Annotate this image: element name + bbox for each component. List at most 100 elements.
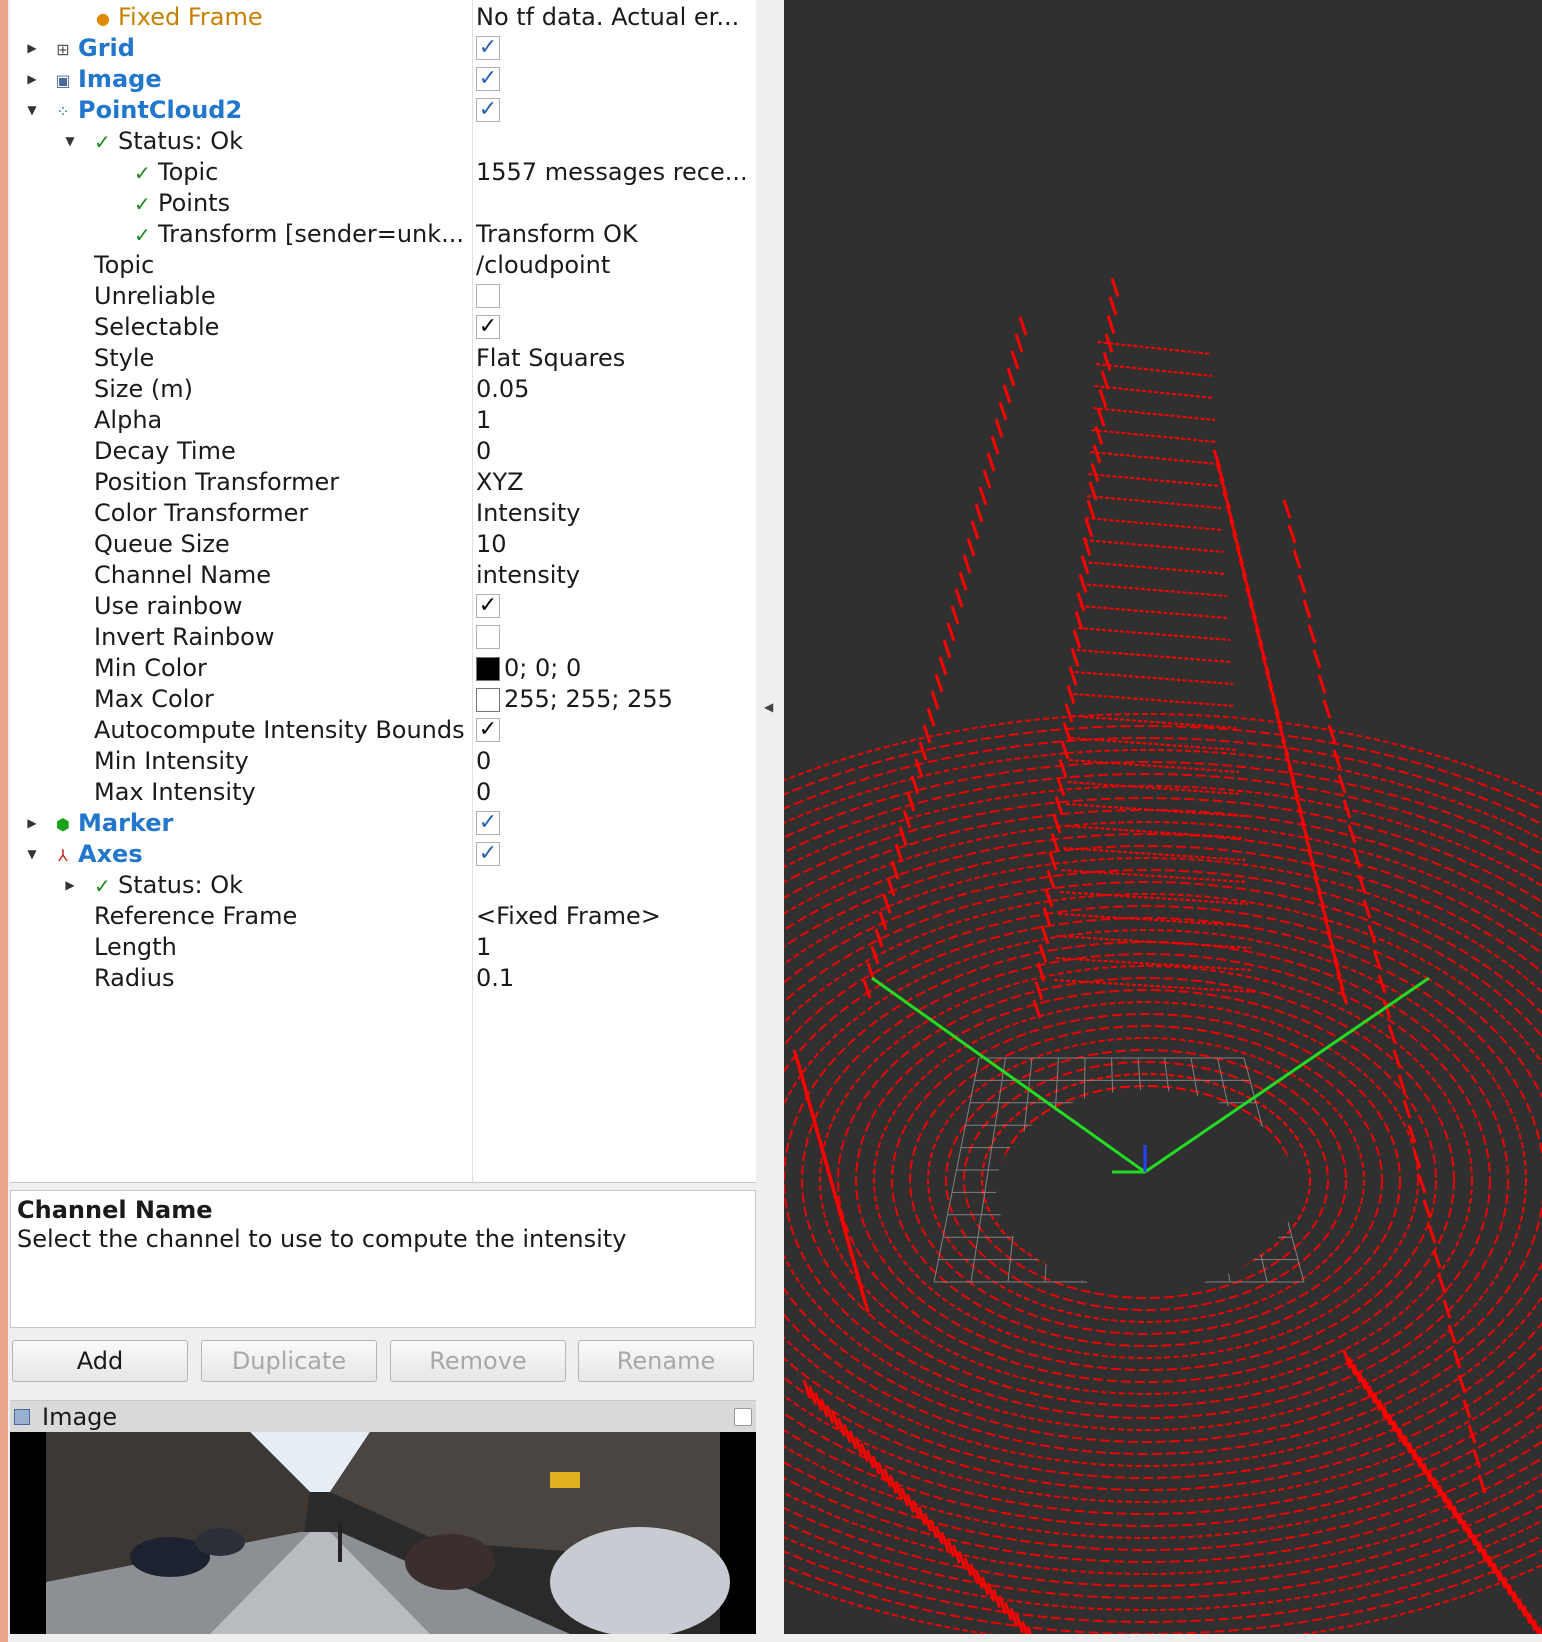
duplicate-button[interactable]: Duplicate xyxy=(201,1340,377,1382)
fixed-frame-row[interactable]: ● Fixed Frame No tf data. Actual er... xyxy=(10,2,756,33)
3d-render-viewport[interactable] xyxy=(784,0,1542,1634)
marker-row[interactable]: ▶ ⬢ Marker ✓ xyxy=(10,808,756,839)
prop-value[interactable]: XYZ xyxy=(476,467,524,498)
max-color-swatch[interactable] xyxy=(476,688,500,712)
status-topic-row[interactable]: ✓ Topic 1557 messages rece... xyxy=(10,157,756,188)
fixed-frame-value: No tf data. Actual er... xyxy=(476,3,740,31)
pointcloud2-label: PointCloud2 xyxy=(78,96,243,124)
prop-channel-name-row[interactable]: Channel Name intensity xyxy=(10,560,756,591)
add-button[interactable]: Add xyxy=(12,1340,188,1382)
min-color-swatch[interactable] xyxy=(476,657,500,681)
status-points-label: Points xyxy=(158,189,231,217)
displays-tree[interactable]: ● Fixed Frame No tf data. Actual er... ▶ … xyxy=(10,0,757,1183)
prop-label: Min Color xyxy=(94,654,207,682)
pointcloud2-row[interactable]: ▼ ⁘ PointCloud2 ✓ xyxy=(10,95,756,126)
grid-enabled-checkbox[interactable]: ✓ xyxy=(476,36,500,60)
prop-label: Max Color xyxy=(94,685,214,713)
prop-label: Radius xyxy=(94,964,175,992)
image-panel-header[interactable]: Image xyxy=(10,1400,756,1433)
prop-style-row[interactable]: Style Flat Squares xyxy=(10,343,756,374)
panel-splitter[interactable]: ◀ xyxy=(756,0,784,1642)
axes-length-row[interactable]: Length 1 xyxy=(10,932,756,963)
window-edge xyxy=(0,0,8,1642)
prop-selectable-row[interactable]: Selectable ✓ xyxy=(10,312,756,343)
prop-value[interactable]: 0 xyxy=(476,746,491,777)
marker-enabled-checkbox[interactable]: ✓ xyxy=(476,811,500,835)
prop-position-transformer-row[interactable]: Position Transformer XYZ xyxy=(10,467,756,498)
prop-min-intensity-row[interactable]: Min Intensity 0 xyxy=(10,746,756,777)
prop-label: Color Transformer xyxy=(94,499,309,527)
axes-status-row[interactable]: ▶ ✓ Status: Ok xyxy=(10,870,756,901)
selectable-checkbox[interactable]: ✓ xyxy=(476,315,500,339)
prop-value[interactable]: <Fixed Frame> xyxy=(476,901,661,932)
remove-button[interactable]: Remove xyxy=(390,1340,566,1382)
image-icon: ▣ xyxy=(55,70,71,90)
status-transform-row[interactable]: ✓ Transform [sender=unk... Transform OK xyxy=(10,219,756,250)
prop-value[interactable]: Intensity xyxy=(476,498,580,529)
collapse-arrow-icon[interactable]: ▼ xyxy=(62,126,78,157)
prop-topic-row[interactable]: Topic /cloudpoint xyxy=(10,250,756,281)
rename-button[interactable]: Rename xyxy=(578,1340,754,1382)
prop-label: Reference Frame xyxy=(94,902,298,930)
axes-reference-frame-row[interactable]: Reference Frame <Fixed Frame> xyxy=(10,901,756,932)
use-rainbow-checkbox[interactable]: ✓ xyxy=(476,594,500,618)
unreliable-checkbox[interactable] xyxy=(476,284,500,308)
prop-label: Size (m) xyxy=(94,375,193,403)
collapse-arrow-icon[interactable]: ▼ xyxy=(24,839,40,870)
pointcloud2-status-row[interactable]: ▼ ✓ Status: Ok xyxy=(10,126,756,157)
prop-max-color-row[interactable]: Max Color 255; 255; 255 xyxy=(10,684,756,715)
prop-value[interactable]: 1 xyxy=(476,932,491,963)
prop-value[interactable]: 0; 0; 0 xyxy=(504,654,581,682)
prop-label: Autocompute Intensity Bounds xyxy=(94,716,465,744)
prop-value[interactable]: 0.1 xyxy=(476,963,514,994)
axes-enabled-checkbox[interactable]: ✓ xyxy=(476,842,500,866)
check-ok-icon: ✓ xyxy=(134,223,151,247)
invert-rainbow-checkbox[interactable] xyxy=(476,625,500,649)
grid-row[interactable]: ▶ ⊞ Grid ✓ xyxy=(10,33,756,64)
axes-radius-row[interactable]: Radius 0.1 xyxy=(10,963,756,994)
marker-label: Marker xyxy=(78,809,174,837)
expand-arrow-icon[interactable]: ▶ xyxy=(24,64,40,95)
undock-icon[interactable] xyxy=(734,1408,752,1426)
prop-value[interactable]: Flat Squares xyxy=(476,343,625,374)
image-label: Image xyxy=(78,65,162,93)
collapse-arrow-icon[interactable]: ▼ xyxy=(24,95,40,126)
prop-value[interactable]: /cloudpoint xyxy=(476,250,610,281)
prop-max-intensity-row[interactable]: Max Intensity 0 xyxy=(10,777,756,808)
expand-arrow-icon[interactable]: ▶ xyxy=(24,33,40,64)
prop-unreliable-row[interactable]: Unreliable xyxy=(10,281,756,312)
collapse-left-icon[interactable]: ◀ xyxy=(764,700,773,714)
expand-arrow-icon[interactable]: ▶ xyxy=(24,808,40,839)
prop-value[interactable]: 0 xyxy=(476,777,491,808)
axes-row[interactable]: ▼ ⅄ Axes ✓ xyxy=(10,839,756,870)
prop-queue-size-row[interactable]: Queue Size 10 xyxy=(10,529,756,560)
prop-value[interactable]: 255; 255; 255 xyxy=(504,685,673,713)
prop-autocompute-row[interactable]: Autocompute Intensity Bounds ✓ xyxy=(10,715,756,746)
prop-use-rainbow-row[interactable]: Use rainbow ✓ xyxy=(10,591,756,622)
prop-value[interactable]: 1 xyxy=(476,405,491,436)
prop-value[interactable]: 0.05 xyxy=(476,374,529,405)
prop-label: Channel Name xyxy=(94,561,271,589)
status-points-row[interactable]: ✓ Points xyxy=(10,188,756,219)
expand-arrow-icon[interactable]: ▶ xyxy=(62,870,78,901)
prop-alpha-row[interactable]: Alpha 1 xyxy=(10,405,756,436)
status-transform-value: Transform OK xyxy=(476,220,638,248)
point-cloud-scene[interactable] xyxy=(784,0,1542,1634)
status-topic-label: Topic xyxy=(158,158,219,186)
prop-size-row[interactable]: Size (m) 0.05 xyxy=(10,374,756,405)
prop-invert-rainbow-row[interactable]: Invert Rainbow xyxy=(10,622,756,653)
prop-value[interactable]: intensity xyxy=(476,560,580,591)
prop-value[interactable]: 0 xyxy=(476,436,491,467)
fixed-frame-label: Fixed Frame xyxy=(118,3,263,31)
axes-icon: ⅄ xyxy=(58,845,68,865)
image-enabled-checkbox[interactable]: ✓ xyxy=(476,67,500,91)
prop-min-color-row[interactable]: Min Color 0; 0; 0 xyxy=(10,653,756,684)
autocompute-checkbox[interactable]: ✓ xyxy=(476,718,500,742)
image-row[interactable]: ▶ ▣ Image ✓ xyxy=(10,64,756,95)
grid-label: Grid xyxy=(78,34,135,62)
street-scene-image xyxy=(46,1432,730,1634)
prop-value[interactable]: 10 xyxy=(476,529,507,560)
prop-color-transformer-row[interactable]: Color Transformer Intensity xyxy=(10,498,756,529)
pointcloud2-enabled-checkbox[interactable]: ✓ xyxy=(476,98,500,122)
prop-decay-row[interactable]: Decay Time 0 xyxy=(10,436,756,467)
